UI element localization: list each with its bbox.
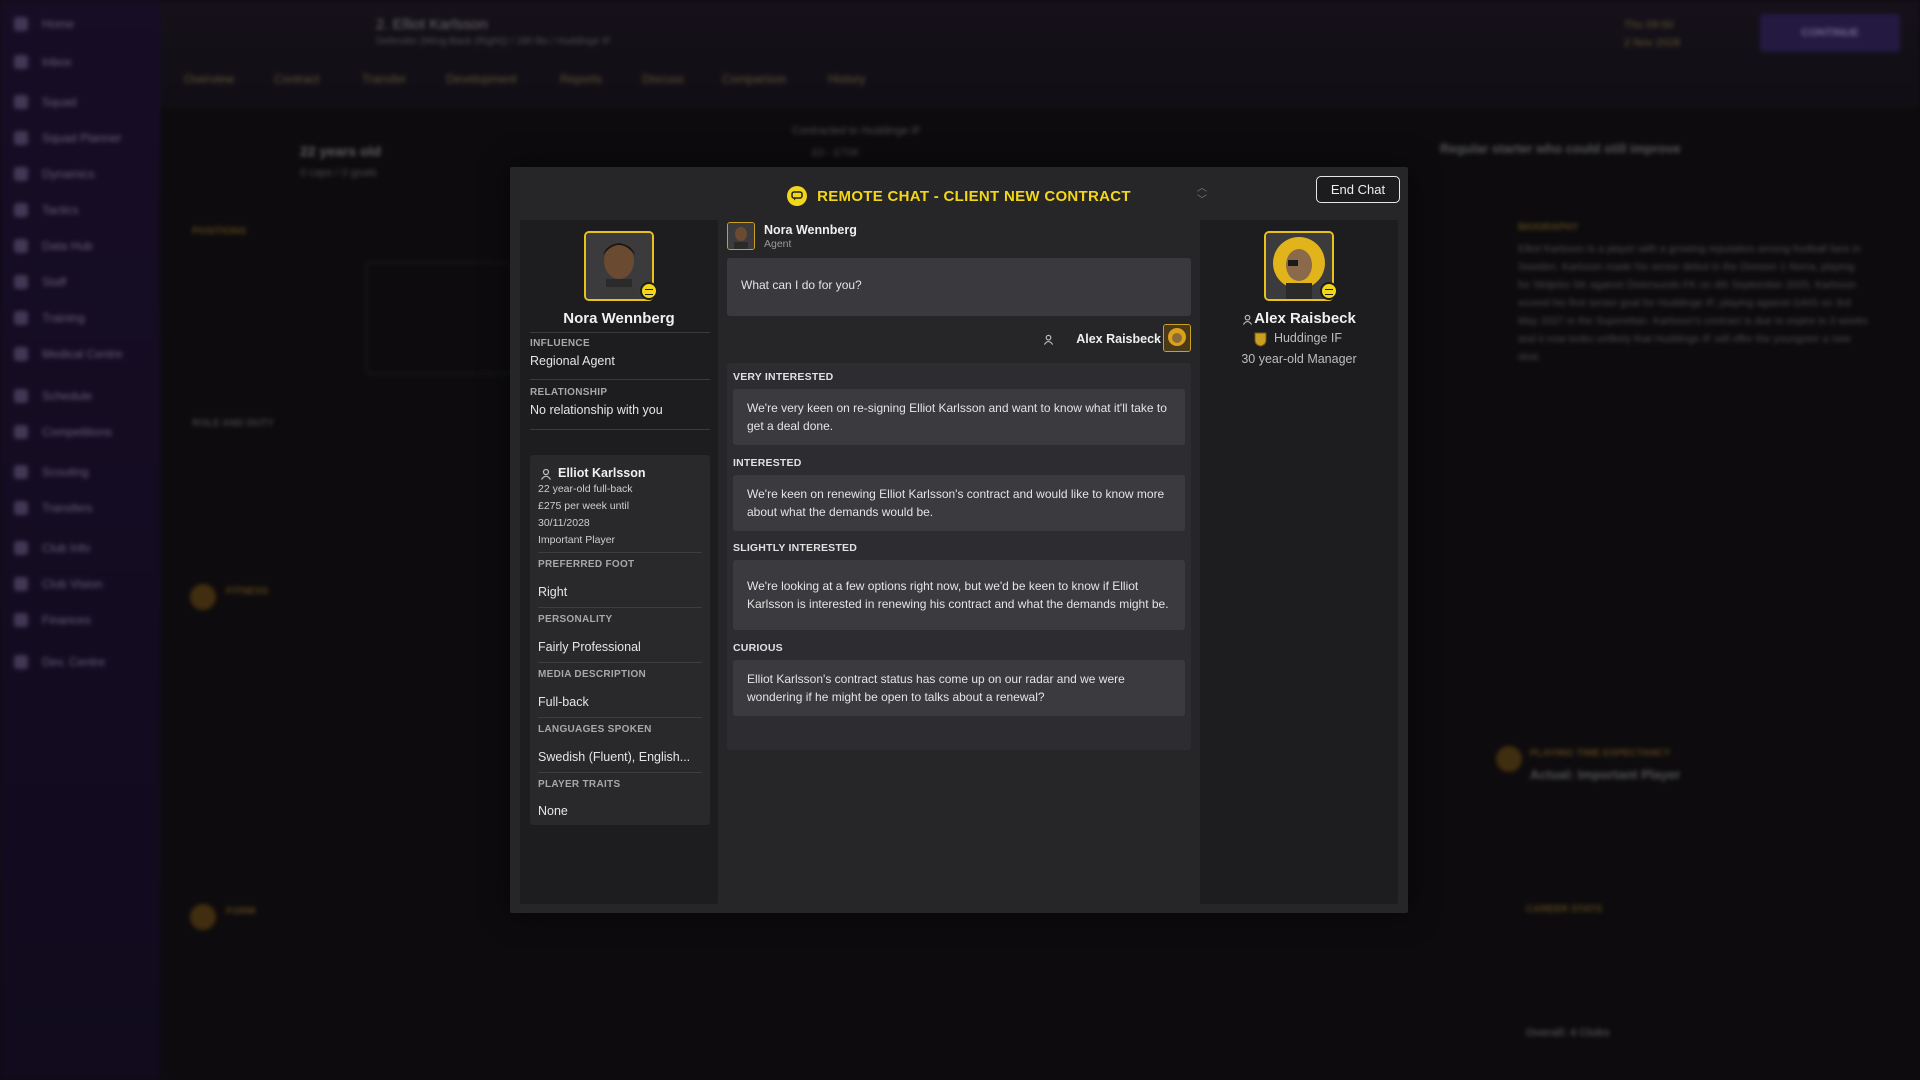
chat-badge-icon bbox=[640, 282, 658, 300]
response-options: VERY INTERESTED We're very keen on re-si… bbox=[727, 363, 1191, 750]
option-label-interested: INTERESTED bbox=[733, 457, 802, 469]
relationship-value: No relationship with you bbox=[530, 403, 663, 417]
option-curious[interactable]: Elliot Karlsson's contract status has co… bbox=[733, 660, 1185, 716]
speaker-name: Nora Wennberg bbox=[764, 223, 857, 237]
option-text: We're very keen on re-signing Elliot Kar… bbox=[747, 401, 1167, 433]
option-text: We're keen on renewing Elliot Karlsson's… bbox=[747, 487, 1165, 519]
divider bbox=[530, 332, 710, 333]
option-text: We're looking at a few options right now… bbox=[747, 579, 1169, 611]
agent-message: What can I do for you? bbox=[727, 258, 1191, 316]
reply-speaker-name: Alex Raisbeck bbox=[1076, 332, 1161, 346]
option-slightly-interested[interactable]: We're looking at a few options right now… bbox=[733, 560, 1185, 630]
divider bbox=[538, 772, 702, 773]
divider bbox=[538, 717, 702, 718]
preferred-foot-label: PREFERRED FOOT bbox=[538, 559, 635, 570]
person-icon bbox=[540, 468, 552, 480]
remote-chat-modal: REMOTE CHAT - CLIENT NEW CONTRACT ︿ ﹀ En… bbox=[510, 167, 1408, 913]
manager-club[interactable]: Huddinge IF bbox=[1200, 331, 1398, 345]
manager-panel: Alex Raisbeck Huddinge IF 30 year-old Ma… bbox=[1200, 220, 1398, 904]
option-interested[interactable]: We're keen on renewing Elliot Karlsson's… bbox=[733, 475, 1185, 531]
manager-face-icon bbox=[1164, 325, 1190, 351]
agent-face-icon bbox=[728, 223, 754, 249]
agent-message-text: What can I do for you? bbox=[741, 278, 862, 292]
influence-value: Regional Agent bbox=[530, 354, 615, 368]
chat-badge-icon bbox=[1320, 282, 1338, 300]
speaker-role: Agent bbox=[764, 238, 792, 250]
personality-value: Fairly Professional bbox=[538, 640, 641, 654]
player-traits-label: PLAYER TRAITS bbox=[538, 779, 621, 790]
divider bbox=[530, 379, 710, 380]
influence-label: INFLUENCE bbox=[530, 338, 590, 349]
manager-small-avatar bbox=[1163, 324, 1191, 352]
agent-name: Nora Wennberg bbox=[563, 310, 675, 327]
option-text: Elliot Karlsson's contract status has co… bbox=[747, 672, 1125, 704]
divider bbox=[538, 552, 702, 553]
divider bbox=[538, 662, 702, 663]
chat-bubble-icon bbox=[787, 186, 808, 206]
client-name[interactable]: Elliot Karlsson bbox=[558, 466, 646, 480]
agent-influence: INFLUENCE Regional Agent bbox=[530, 338, 710, 368]
option-label-curious: CURIOUS bbox=[733, 642, 783, 654]
divider bbox=[538, 607, 702, 608]
option-very-interested[interactable]: We're very keen on re-signing Elliot Kar… bbox=[733, 389, 1185, 445]
modal-header: REMOTE CHAT - CLIENT NEW CONTRACT bbox=[510, 185, 1408, 207]
client-wage-line1: £275 per week until bbox=[538, 500, 630, 512]
client-age-position: 22 year-old full-back bbox=[538, 483, 633, 495]
option-label-very-interested: VERY INTERESTED bbox=[733, 371, 834, 383]
languages-label: LANGUAGES SPOKEN bbox=[538, 724, 652, 735]
manager-name[interactable]: Alex Raisbeck bbox=[1200, 310, 1398, 327]
agent-panel: Nora Wennberg INFLUENCE Regional Agent R… bbox=[520, 220, 718, 904]
personality-label: PERSONALITY bbox=[538, 614, 613, 625]
preferred-foot-value: Right bbox=[538, 585, 568, 599]
scroll-arrows[interactable]: ︿ ﹀ bbox=[1195, 183, 1209, 209]
divider bbox=[530, 429, 710, 430]
end-chat-button[interactable]: End Chat bbox=[1316, 176, 1400, 203]
option-label-slightly-interested: SLIGHTLY INTERESTED bbox=[733, 542, 857, 554]
client-wage-line2: 30/11/2028 bbox=[538, 517, 590, 529]
modal-title: REMOTE CHAT - CLIENT NEW CONTRACT bbox=[817, 187, 1131, 205]
agent-relationship: RELATIONSHIP No relationship with you bbox=[530, 387, 710, 417]
media-description-value: Full-back bbox=[538, 695, 589, 709]
chevron-up-icon[interactable]: ︿ bbox=[1195, 183, 1209, 195]
languages-value: Swedish (Fluent), English... bbox=[538, 750, 691, 764]
media-description-label: MEDIA DESCRIPTION bbox=[538, 669, 647, 680]
manager-role: 30 year-old Manager bbox=[1241, 352, 1357, 366]
client-card: Elliot Karlsson 22 year-old full-back £2… bbox=[530, 455, 710, 825]
chat-area: Nora Wennberg Agent What can I do for yo… bbox=[727, 220, 1191, 840]
relationship-label: RELATIONSHIP bbox=[530, 387, 608, 398]
client-status: Important Player bbox=[538, 534, 616, 546]
speaker-avatar bbox=[727, 222, 755, 250]
chevron-down-icon[interactable]: ﹀ bbox=[1195, 195, 1209, 207]
player-traits-value: None bbox=[538, 804, 568, 818]
